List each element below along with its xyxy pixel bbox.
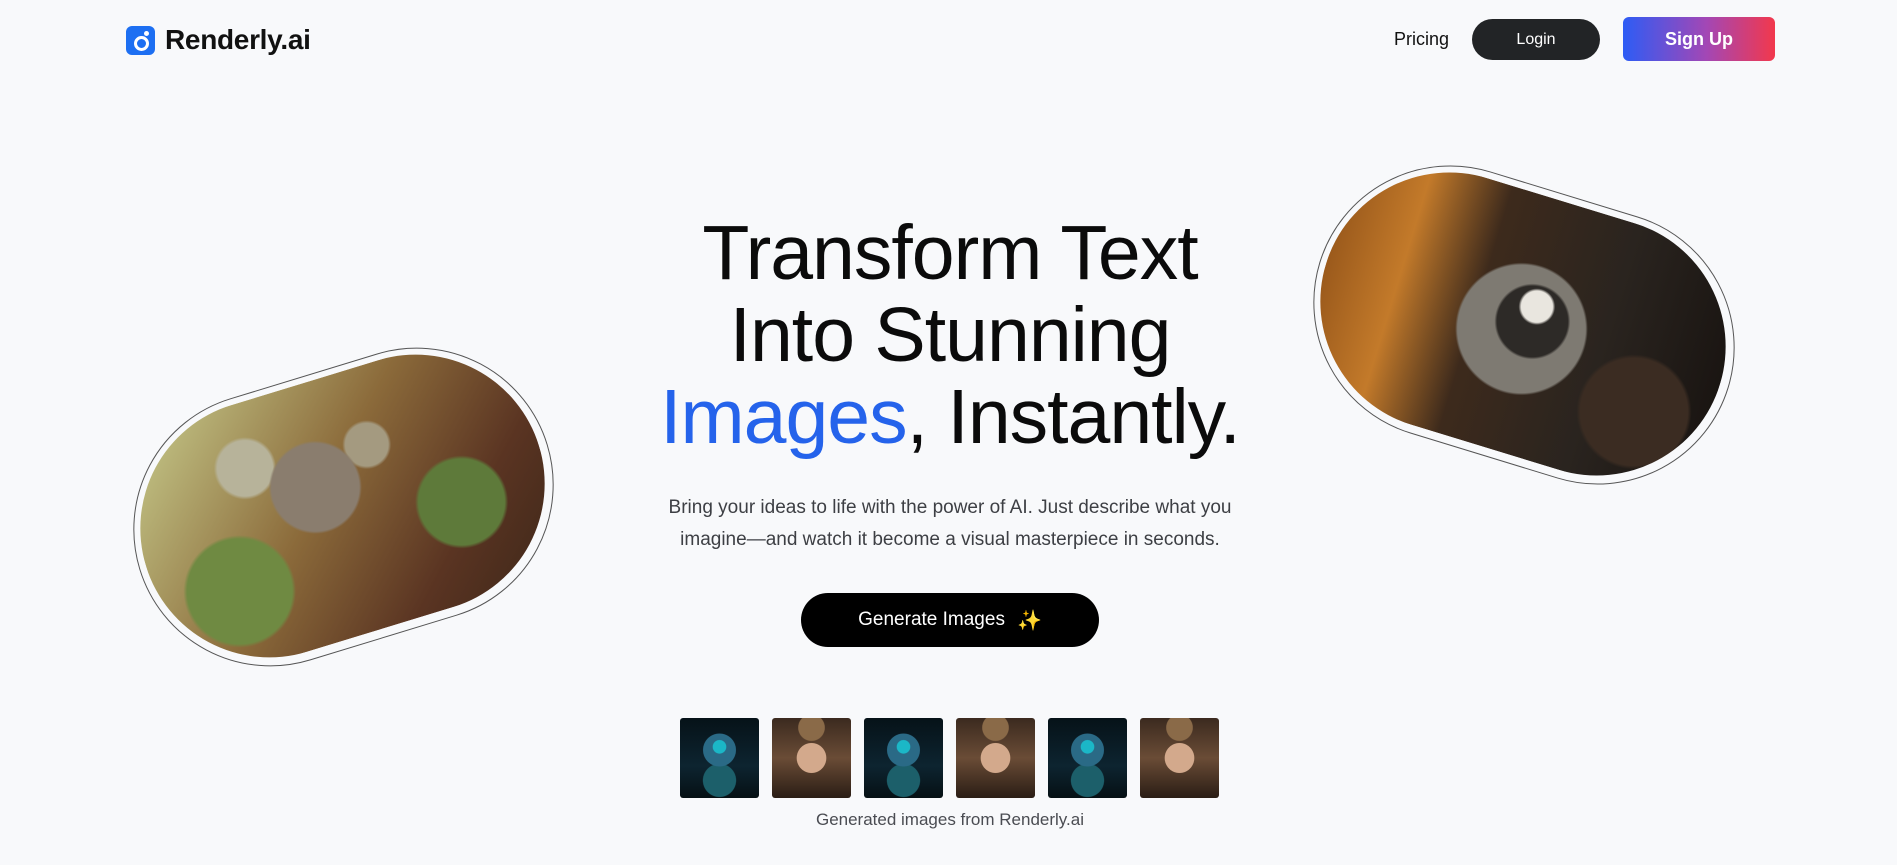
logo-icon: [126, 25, 155, 55]
raccoon-image: [1288, 140, 1758, 508]
logo-text: Renderly.ai: [165, 24, 311, 55]
logo[interactable]: Renderly.ai: [126, 24, 311, 56]
hero-title-rest: , Instantly.: [906, 374, 1241, 460]
hero-title-accent: Images: [660, 374, 908, 460]
thumbnail-woman-portrait[interactable]: [956, 718, 1035, 798]
thumbnail-spider-robot[interactable]: [864, 718, 943, 798]
thumbnail-spider-robot[interactable]: [680, 718, 759, 798]
sparkles-icon: ✨: [1016, 609, 1042, 632]
nav-pricing-link[interactable]: Pricing: [1394, 29, 1449, 50]
generate-images-button[interactable]: Generate Images ✨: [801, 593, 1099, 647]
signup-button[interactable]: Sign Up: [1623, 17, 1775, 61]
thumbnail-spider-robot[interactable]: [1048, 718, 1127, 798]
thumbnails-caption: Generated images from Renderly.ai: [815, 810, 1085, 829]
koala-image: [108, 322, 577, 690]
generate-images-label: Generate Images: [858, 609, 1005, 630]
hero-subtitle-line2: imagine—and watch it become a visual mas…: [680, 529, 1220, 550]
hero-subtitle: Bring your ideas to life with the power …: [620, 492, 1280, 556]
hero-title-line1: Transform Text: [702, 210, 1198, 296]
hero-title-line2: Into Stunning: [729, 292, 1172, 378]
thumbnail-woman-portrait[interactable]: [772, 718, 851, 798]
thumbnail-strip: [680, 718, 1219, 798]
login-button[interactable]: Login: [1472, 19, 1600, 60]
thumbnail-woman-portrait[interactable]: [1140, 718, 1219, 798]
hero-title: Transform Text Into Stunning Images, Ins…: [600, 212, 1300, 458]
hero-subtitle-line1: Bring your ideas to life with the power …: [668, 497, 1232, 518]
